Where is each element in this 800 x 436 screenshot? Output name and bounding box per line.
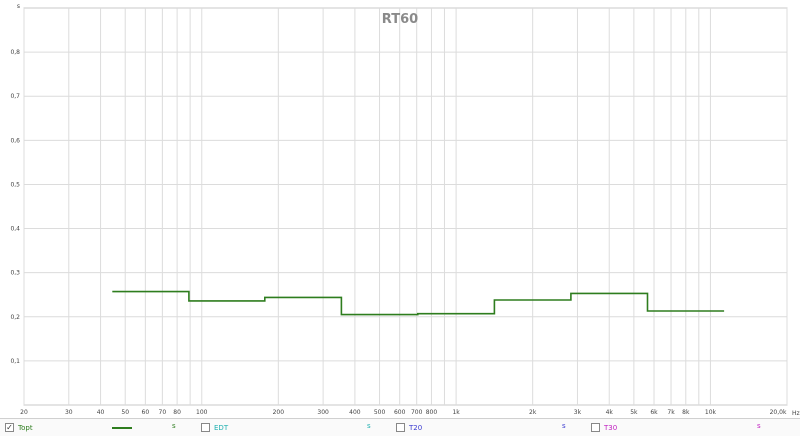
x-tick-label: 7k [667,409,675,416]
x-tick-label: 40 [97,409,105,416]
y-tick-label: 0,1 [10,358,20,365]
x-tick-label: 200 [273,409,285,416]
x-tick-label: 5k [630,409,638,416]
t20-checkbox[interactable] [396,423,405,432]
legend-item-t30[interactable]: T30 [591,421,617,434]
topt-checkbox[interactable]: ✓ [5,423,14,432]
x-unit-label: Hz [792,410,800,417]
y-tick-label: 0,5 [10,181,20,188]
y-tick-label: 0,2 [10,314,20,321]
y-tick-label: 0,8 [10,49,20,56]
x-axis-ticks: 20 30 40 50 60 70 80 100 200 300 400 500 600 700 800 1k… [20,409,787,416]
x-tick-label: 20 [20,409,28,416]
y-axis-ticks: 0,1 0,2 0,3 0,4 0,5 0,6 0,7 0,8 [10,49,20,365]
x-tick-label: 70 [159,409,167,416]
chart-title: RT60 [382,12,418,27]
x-tick-label: 80 [173,409,181,416]
x-tick-label: 100 [196,409,208,416]
legend-label-t30: T30 [604,423,618,432]
legend-bar: ✓ Topt s EDT s T20 s T30 s [0,418,800,436]
x-tick-label: 30 [65,409,73,416]
y-unit-label: s [17,3,20,10]
legend-unit-edt: s [367,422,371,430]
legend-label-topt: Topt [18,423,33,432]
x-tick-label: 500 [374,409,386,416]
x-tick-label: 3k [574,409,582,416]
legend-line-topt [112,427,132,429]
x-tick-label: 50 [121,409,129,416]
legend-item-topt[interactable]: ✓ Topt [5,421,33,434]
legend-unit-t30: s [757,422,761,430]
x-tick-label: 10k [705,409,717,416]
rt60-chart: 0,1 0,2 0,3 0,4 0,5 0,6 0,7 0,8 20 30 40 50 60 70 80 1… [10,3,800,417]
x-tick-label: 4k [606,409,614,416]
legend-unit-topt: s [172,422,176,430]
edt-checkbox[interactable] [201,423,210,432]
x-tick-label: 20,0k [770,409,787,416]
y-tick-label: 0,3 [10,270,20,277]
legend-item-t20[interactable]: T20 [396,421,422,434]
legend-label-t20: T20 [409,423,423,432]
x-tick-label: 2k [529,409,537,416]
x-tick-label: 700 [411,409,423,416]
y-tick-label: 0,7 [10,93,20,100]
x-tick-label: 600 [394,409,406,416]
y-tick-label: 0,6 [10,137,20,144]
legend-item-edt[interactable]: EDT [201,421,228,434]
x-tick-label: 6k [650,409,658,416]
t30-checkbox[interactable] [591,423,600,432]
plot-area [23,7,788,406]
x-tick-label: 8k [682,409,690,416]
legend-unit-t20: s [562,422,566,430]
x-tick-label: 400 [349,409,361,416]
x-tick-label: 800 [426,409,438,416]
x-tick-label: 60 [142,409,150,416]
x-tick-label: 1k [452,409,460,416]
y-tick-label: 0,4 [10,226,20,233]
x-tick-label: 300 [317,409,329,416]
legend-label-edt: EDT [214,423,229,432]
